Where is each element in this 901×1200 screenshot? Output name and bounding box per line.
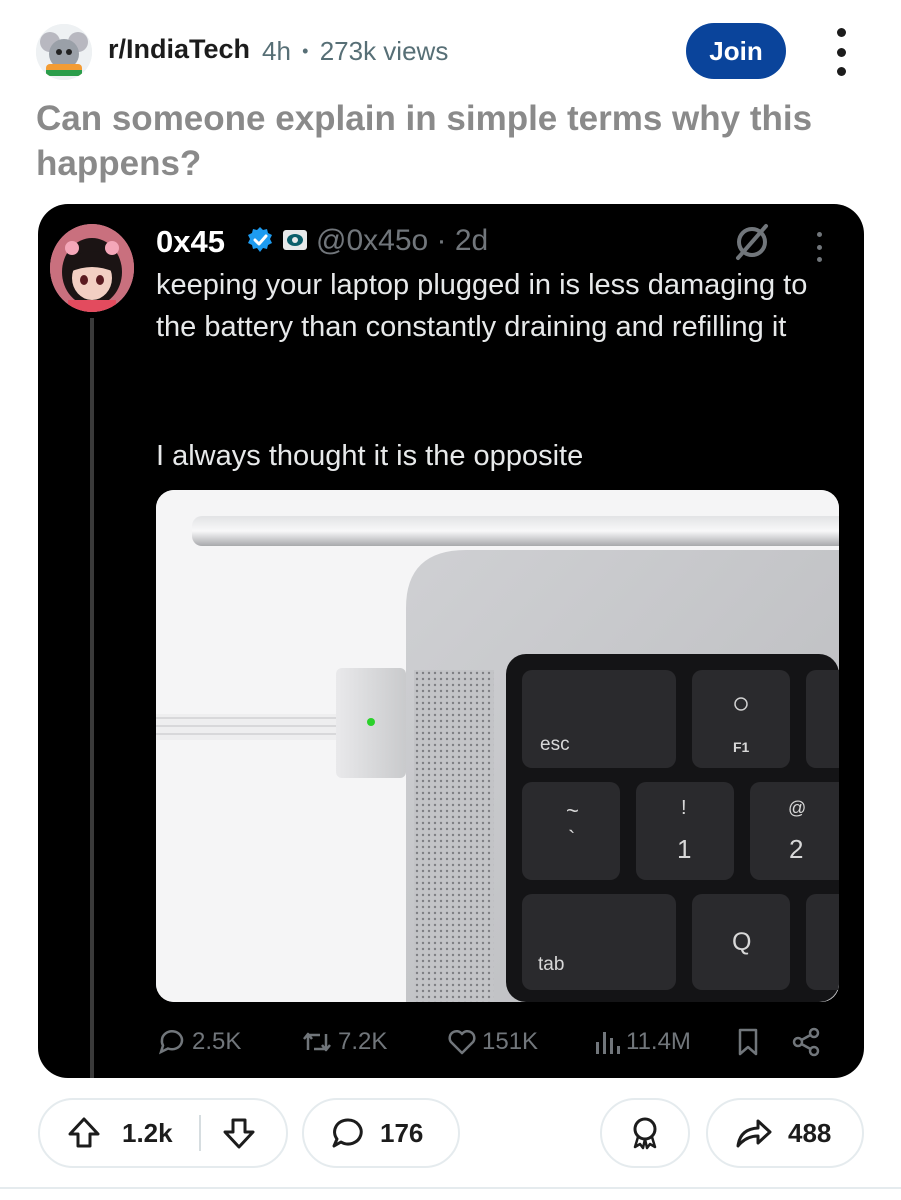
- views-chart-icon: [596, 1032, 620, 1054]
- bookmark-icon[interactable]: [734, 1026, 762, 1058]
- join-button[interactable]: Join: [686, 23, 786, 79]
- laptop-magsafe-photo: esc F1 ~ ` ! 1 @ 2 tab Q: [156, 490, 839, 1002]
- tweet-text: keeping your laptop plugged in is less d…: [156, 269, 808, 343]
- share-button[interactable]: 488: [706, 1098, 864, 1168]
- comments-button[interactable]: 176: [302, 1098, 460, 1168]
- tweet-image[interactable]: esc F1 ~ ` ! 1 @ 2 tab Q: [156, 490, 839, 1002]
- key-f1: F1: [733, 739, 750, 755]
- thread-line: [90, 318, 94, 1078]
- key-2: 2: [789, 834, 803, 864]
- tweet-reply-count: 2.5K: [192, 1028, 242, 1055]
- key-tab: tab: [538, 954, 564, 975]
- tweet-retweet-count: 7.2K: [338, 1028, 388, 1055]
- tweet-views-stat[interactable]: 11.4M: [592, 1022, 691, 1062]
- vote-divider: [198, 1115, 201, 1151]
- heart-icon: [448, 1029, 476, 1055]
- tweet-views-count: 11.4M: [626, 1028, 691, 1055]
- tweet-more-icon[interactable]: [814, 232, 824, 262]
- post-views: 273k views: [319, 36, 449, 66]
- tweet-author-avatar: [50, 224, 134, 312]
- award-button[interactable]: [600, 1098, 690, 1168]
- tweet-like-stat[interactable]: 151K: [446, 1022, 538, 1062]
- tweet-handle[interactable]: @0x45o · 2d: [316, 224, 488, 258]
- comment-icon: [332, 1118, 363, 1148]
- share-nodes-icon[interactable]: [790, 1026, 822, 1058]
- meta-separator: •: [302, 41, 309, 61]
- bottom-divider: [0, 1187, 901, 1189]
- award-icon: [633, 1117, 657, 1150]
- post-age: 4h: [262, 36, 291, 66]
- share-count: 488: [788, 1117, 832, 1148]
- tweet-like-count: 151K: [482, 1028, 539, 1055]
- post-meta: 4h • 273k views: [262, 36, 448, 67]
- key-exclamation: !: [681, 797, 687, 819]
- downvote-icon[interactable]: [221, 1115, 257, 1151]
- key-backtick: `: [568, 826, 575, 851]
- key-esc: esc: [540, 734, 570, 755]
- post-title[interactable]: Can someone explain in simple terms why …: [36, 96, 836, 186]
- upvote-count: 1.2k: [122, 1117, 173, 1148]
- vote-bar: 1.2k: [38, 1098, 288, 1168]
- tweet-text-second: I always thought it is the opposite: [156, 440, 584, 472]
- key-at: @: [788, 798, 806, 818]
- grok-icon[interactable]: [732, 222, 772, 262]
- anime-avatar-image: [50, 224, 134, 312]
- tweet-embed[interactable]: 0x45 @0x45o · 2d keeping your laptop plu…: [38, 204, 864, 1078]
- affiliate-badge-icon: [283, 230, 307, 250]
- retweet-icon: [303, 1032, 331, 1052]
- tweet-author-name[interactable]: 0x45: [156, 224, 225, 260]
- tweet-retweet-stat[interactable]: 7.2K: [300, 1022, 387, 1062]
- tweet-stats-bar: 2.5K 7.2K 151K 11.4M: [156, 1022, 856, 1062]
- subreddit-name[interactable]: r/IndiaTech: [108, 34, 250, 65]
- tweet-reply-stat[interactable]: 2.5K: [156, 1022, 241, 1062]
- more-options-icon[interactable]: [830, 28, 852, 76]
- upvote-icon[interactable]: [66, 1115, 102, 1151]
- subreddit-avatar-image: [36, 24, 92, 80]
- share-arrow-icon: [736, 1119, 772, 1148]
- comment-count: 176: [380, 1117, 424, 1148]
- key-q: Q: [732, 928, 751, 956]
- verified-badge-icon: [248, 227, 272, 252]
- key-1: 1: [677, 834, 691, 864]
- subreddit-avatar[interactable]: [36, 24, 92, 80]
- key-tilde: ~: [566, 798, 579, 823]
- reply-icon: [158, 1030, 184, 1055]
